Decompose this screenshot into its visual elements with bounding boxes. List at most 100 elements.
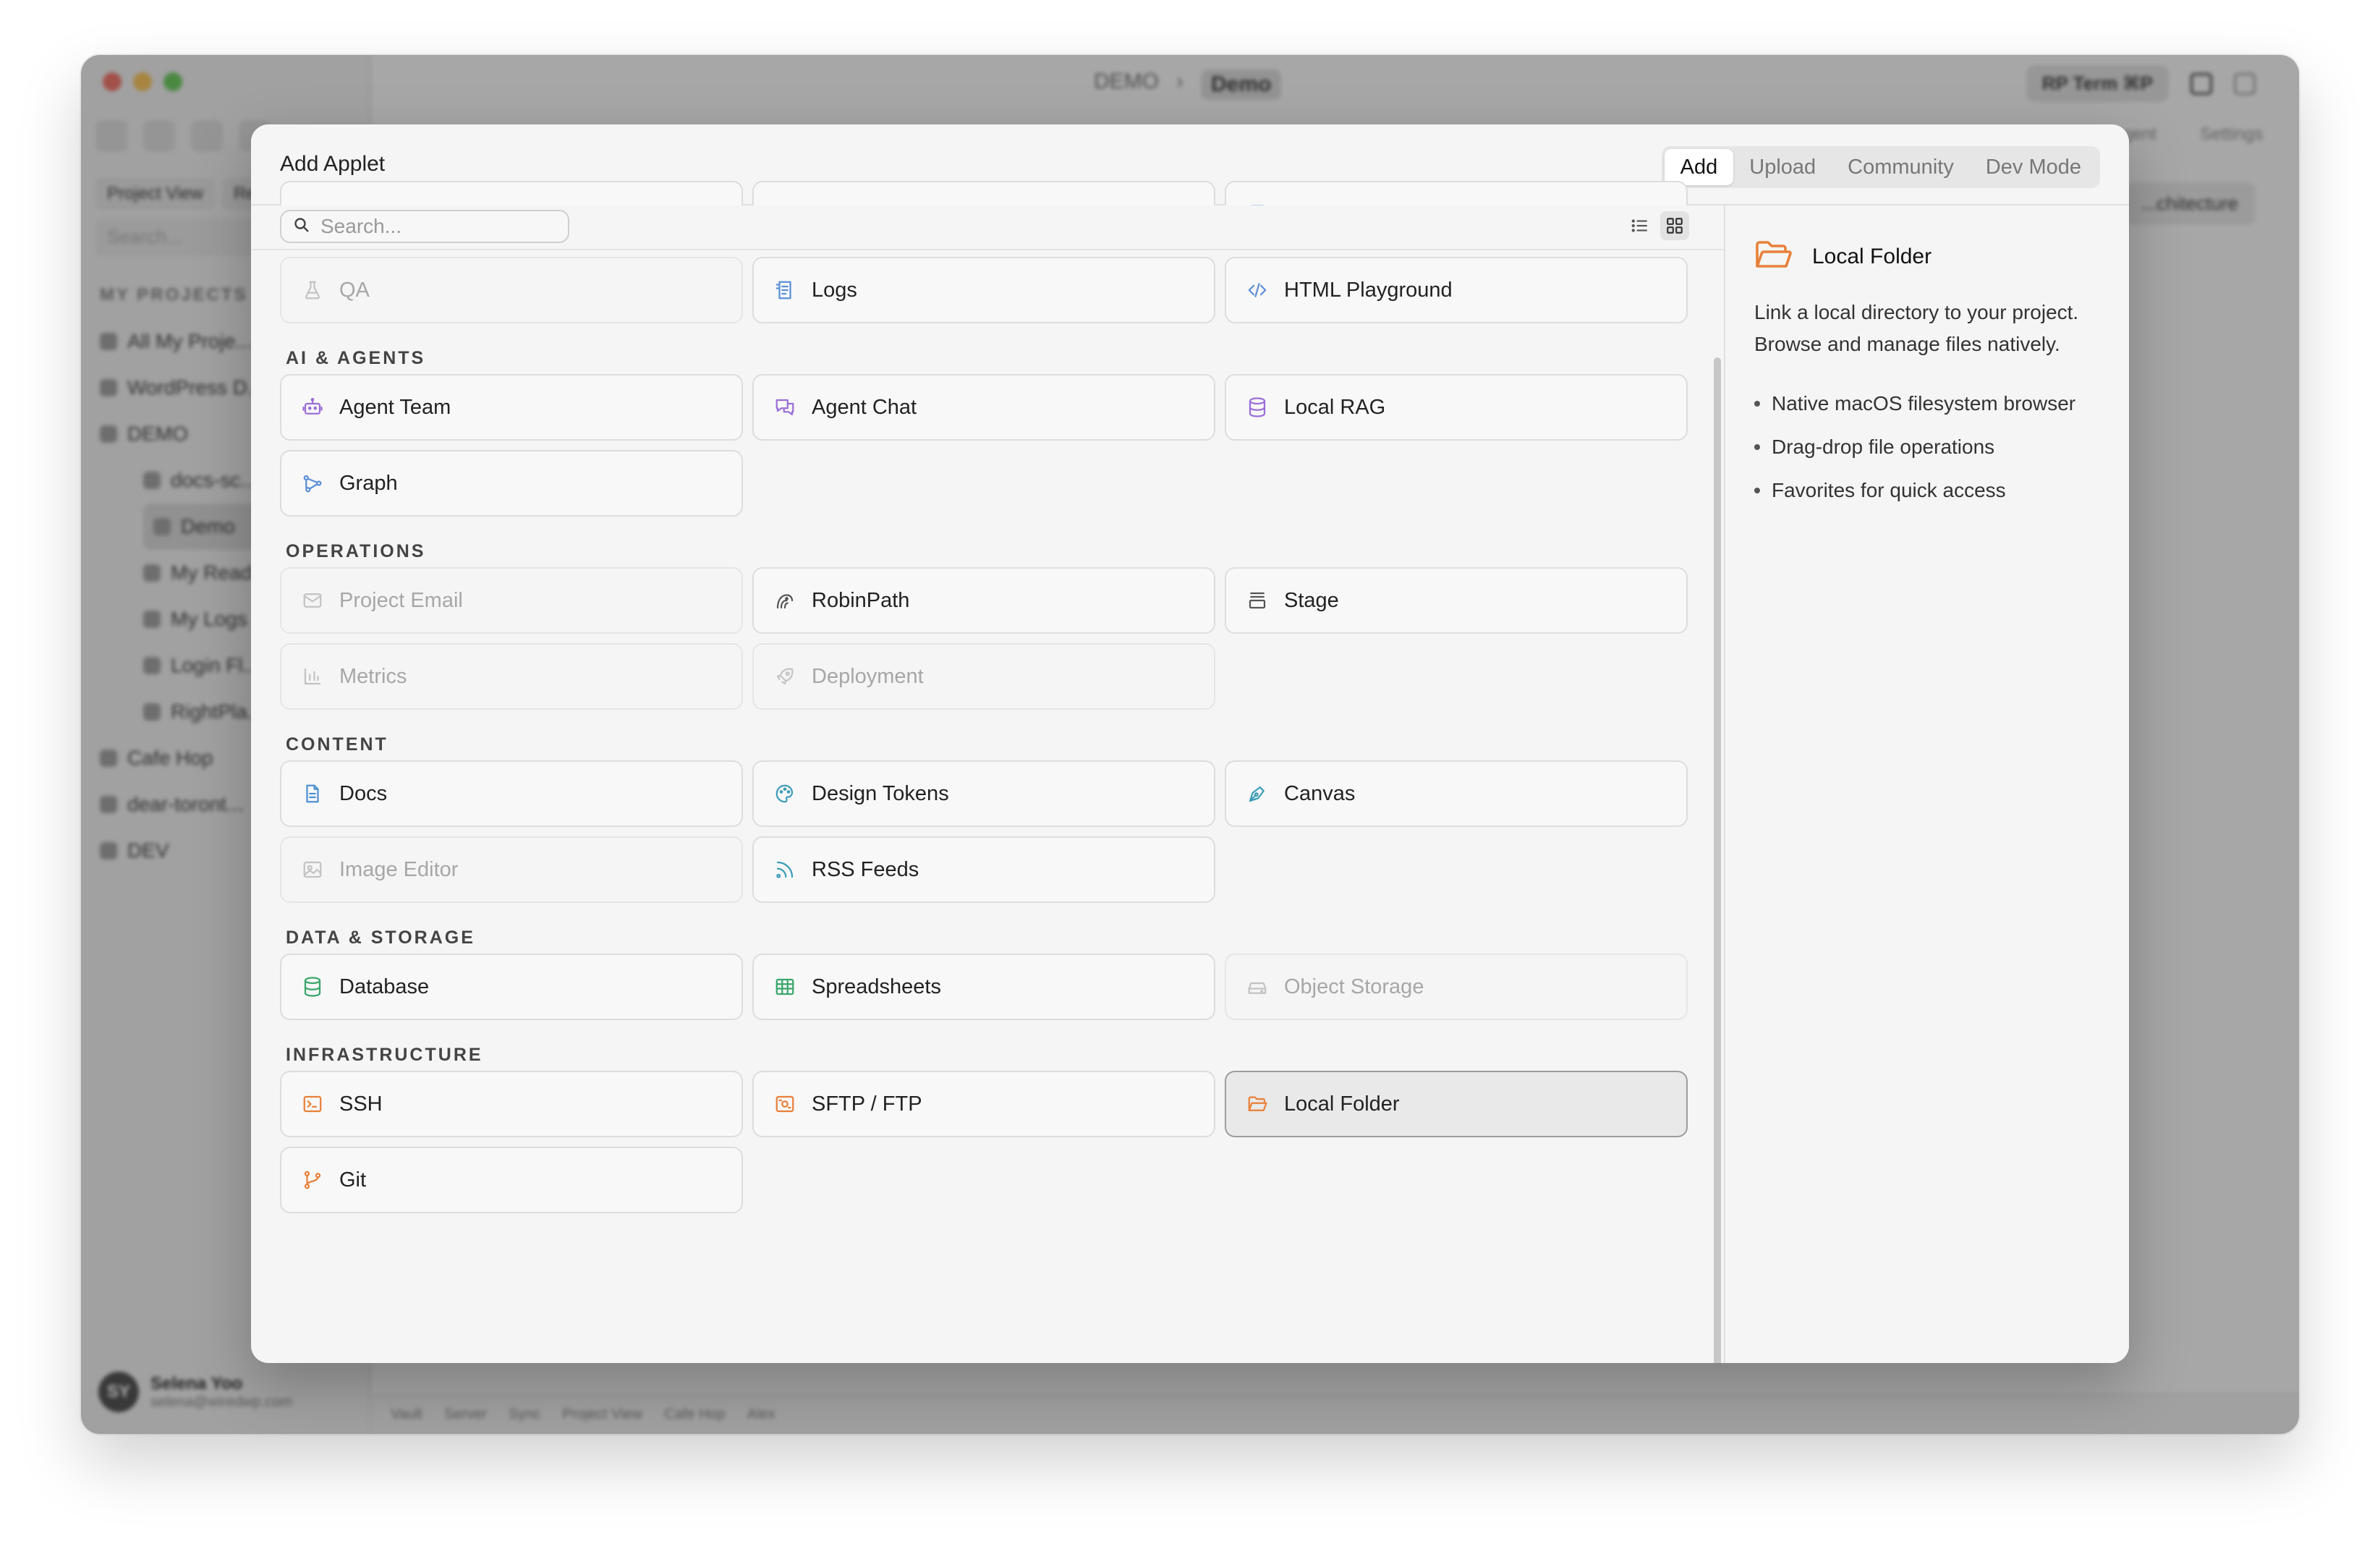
tab-upload[interactable]: Upload bbox=[1733, 149, 1832, 185]
search-row bbox=[251, 205, 1724, 250]
applet-card[interactable]: Metrics bbox=[280, 643, 743, 710]
feature-text: Drag-drop file operations bbox=[1772, 436, 1995, 458]
applet-label: Stage bbox=[1284, 588, 1339, 612]
feature-item: Drag-drop file operations bbox=[1754, 425, 2116, 469]
robin-icon bbox=[773, 588, 797, 613]
applet-card[interactable]: Local RAG bbox=[1225, 374, 1688, 441]
search-icon bbox=[293, 216, 310, 237]
applet-label: Spreadsheets bbox=[812, 975, 941, 998]
applet-grid: Docs Design Tokens Canvas Image Editor R… bbox=[280, 760, 1691, 903]
applet-label: Image Editor bbox=[339, 857, 459, 881]
folder-open-icon bbox=[1245, 1092, 1270, 1116]
feature-list: Native macOS filesystem browser Drag-drop… bbox=[1754, 382, 2116, 512]
scrollbar[interactable] bbox=[1714, 357, 1721, 1363]
section-title: INFRASTRUCTURE bbox=[286, 1045, 483, 1065]
detail-title: Local Folder bbox=[1812, 244, 1932, 268]
rss-icon bbox=[773, 857, 797, 882]
search-input[interactable] bbox=[320, 215, 552, 238]
applet-list: Terminal Session Code Pages QA Logs HTML… bbox=[280, 181, 1691, 1213]
applet-card[interactable]: Git bbox=[280, 1147, 743, 1213]
applet-card[interactable]: Agent Team bbox=[280, 374, 743, 441]
applet-label: RSS Feeds bbox=[812, 857, 919, 881]
grid-view-icon bbox=[1667, 218, 1683, 234]
table-icon bbox=[773, 975, 797, 999]
applet-label: RobinPath bbox=[812, 588, 910, 612]
applet-label: Graph bbox=[339, 471, 398, 495]
grid-view-button[interactable] bbox=[1660, 211, 1689, 240]
applet-card[interactable]: QA bbox=[280, 257, 743, 323]
applet-card[interactable]: RobinPath bbox=[752, 567, 1215, 634]
applet-card[interactable]: Logs bbox=[752, 257, 1215, 323]
applet-label: Logs bbox=[812, 278, 857, 302]
applet-label: Database bbox=[339, 975, 430, 998]
applet-card[interactable]: Deployment bbox=[752, 643, 1215, 710]
add-applet-modal: Add Applet Add Upload Community Dev Mode bbox=[251, 124, 2129, 1363]
folder-open-icon bbox=[1754, 239, 1792, 274]
tab-community[interactable]: Community bbox=[1832, 149, 1970, 185]
applet-card[interactable]: Design Tokens bbox=[752, 760, 1215, 827]
applet-label: Git bbox=[339, 1168, 367, 1192]
section-title: AI & AGENTS bbox=[286, 348, 426, 368]
applet-label: Project Email bbox=[339, 588, 463, 612]
bullet-icon bbox=[1754, 488, 1760, 493]
list-view-button[interactable] bbox=[1625, 211, 1654, 240]
detail-pane: Local Folder Link a local directory to y… bbox=[1724, 205, 2129, 1363]
terminal-icon bbox=[300, 1092, 325, 1116]
applet-label: Canvas bbox=[1284, 781, 1356, 805]
modal-title: Add Applet bbox=[280, 152, 386, 176]
applet-card[interactable]: Project Email bbox=[280, 567, 743, 634]
applet-label: HTML Playground bbox=[1284, 278, 1453, 302]
section-title: OPERATIONS bbox=[286, 541, 426, 561]
feature-text: Favorites for quick access bbox=[1772, 479, 2006, 501]
applet-card[interactable]: Spreadsheets bbox=[752, 954, 1215, 1020]
search-box[interactable] bbox=[280, 210, 569, 243]
applet-card[interactable]: Local Folder bbox=[1225, 1071, 1688, 1137]
applet-card[interactable]: Canvas bbox=[1225, 760, 1688, 827]
rocket-icon bbox=[773, 664, 797, 689]
applet-card[interactable]: Stage bbox=[1225, 567, 1688, 634]
section-title: CONTENT bbox=[286, 734, 388, 755]
view-toggle bbox=[1625, 211, 1689, 240]
applet-card[interactable]: Graph bbox=[280, 450, 743, 517]
database-icon bbox=[300, 975, 325, 999]
metrics-icon bbox=[300, 664, 325, 689]
tab-dev-mode[interactable]: Dev Mode bbox=[1970, 149, 2097, 185]
applet-card[interactable]: Database bbox=[280, 954, 743, 1020]
applet-label: Object Storage bbox=[1284, 975, 1424, 998]
applet-grid: Agent Team Agent Chat Local RAG Graph bbox=[280, 374, 1691, 517]
logs-icon bbox=[773, 278, 797, 302]
storage-icon bbox=[1245, 975, 1270, 999]
applet-card[interactable]: RSS Feeds bbox=[752, 836, 1215, 903]
mode-tabs: Add Upload Community Dev Mode bbox=[1661, 146, 2100, 188]
applet-card[interactable]: Docs bbox=[280, 760, 743, 827]
detail-description: Link a local directory to your project. … bbox=[1754, 301, 2079, 355]
stage-icon bbox=[1245, 588, 1270, 613]
applet-label: QA bbox=[339, 278, 370, 302]
git-branch-icon bbox=[300, 1168, 325, 1192]
applet-label: Agent Chat bbox=[812, 395, 917, 419]
applet-label: Deployment bbox=[812, 664, 924, 688]
applet-label: Design Tokens bbox=[812, 781, 949, 805]
applet-grid: SSH SFTP / FTP Local Folder Git bbox=[280, 1071, 1691, 1213]
applet-label: Metrics bbox=[339, 664, 407, 688]
image-icon bbox=[300, 857, 325, 882]
applet-label: SFTP / FTP bbox=[812, 1092, 922, 1116]
database-icon bbox=[1245, 395, 1270, 420]
palette-icon bbox=[773, 781, 797, 806]
applet-card[interactable]: SSH bbox=[280, 1071, 743, 1137]
mail-icon bbox=[300, 588, 325, 613]
applet-card[interactable]: Agent Chat bbox=[752, 374, 1215, 441]
feature-item: Favorites for quick access bbox=[1754, 469, 2116, 512]
applet-card[interactable]: Image Editor bbox=[280, 836, 743, 903]
applet-label: Agent Team bbox=[339, 395, 451, 419]
tab-add[interactable]: Add bbox=[1664, 149, 1734, 185]
doc-icon bbox=[300, 781, 325, 806]
applet-card[interactable]: HTML Playground bbox=[1225, 257, 1688, 323]
applet-label: Docs bbox=[339, 781, 388, 805]
applet-label: Local RAG bbox=[1284, 395, 1386, 419]
detail-header: Local Folder bbox=[1754, 239, 1931, 274]
applet-label: SSH bbox=[339, 1092, 383, 1116]
applet-card[interactable]: Object Storage bbox=[1225, 954, 1688, 1020]
applet-card[interactable]: SFTP / FTP bbox=[752, 1071, 1215, 1137]
bullet-icon bbox=[1754, 401, 1760, 407]
